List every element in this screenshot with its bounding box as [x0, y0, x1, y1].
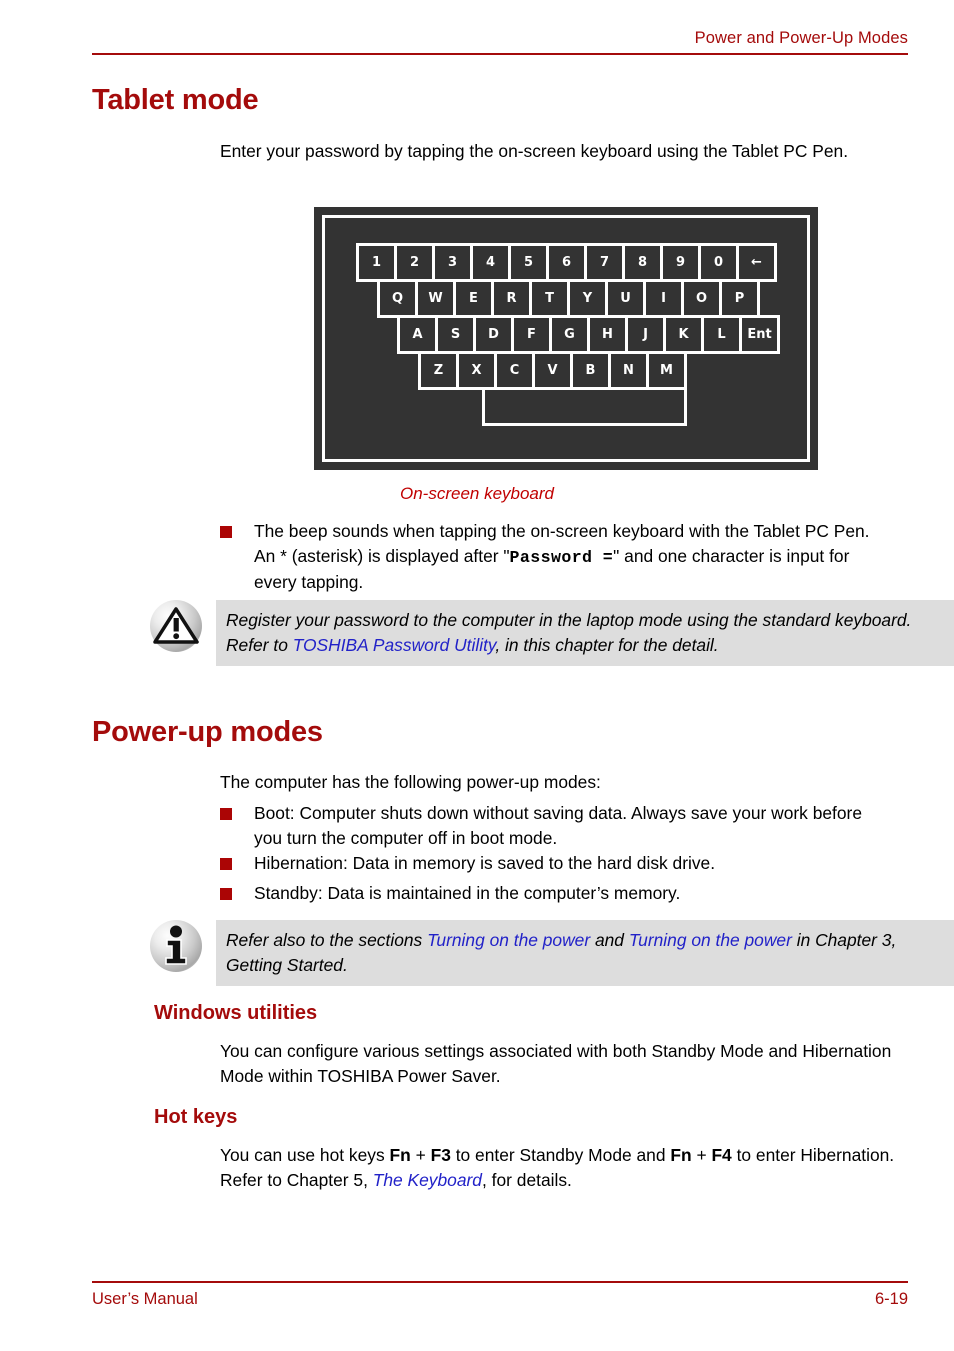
- key-9[interactable]: 9: [660, 243, 701, 282]
- keyboard-asdf-row: A S D F G H J K L Ent: [397, 315, 780, 354]
- info-letter-i-glyph: [165, 925, 187, 965]
- key-s[interactable]: S: [435, 315, 476, 354]
- key-7[interactable]: 7: [584, 243, 625, 282]
- power-up-intro-paragraph: The computer has the following power-up …: [220, 772, 601, 792]
- key-ent[interactable]: Ent: [739, 315, 780, 354]
- subheading-hot-keys: Hot keys: [154, 1106, 238, 1128]
- key-z[interactable]: Z: [418, 351, 459, 390]
- on-screen-keyboard-figure: 1 2 3 4 5 6 7 8 9 0 ← Q W E R T Y U I O P A S D F G H J K L Ent Z X C V B N M: [314, 207, 818, 470]
- key-a[interactable]: A: [397, 315, 438, 354]
- page-header: Power and Power-Up Modes: [92, 28, 908, 55]
- key-r[interactable]: R: [491, 279, 532, 318]
- list-item-beep: The beep sounds when tapping the on-scre…: [220, 519, 892, 595]
- hot-keys-text-4: , for details.: [481, 1169, 572, 1190]
- list-item-text: The beep sounds when tapping the on-scre…: [254, 519, 892, 595]
- key-i[interactable]: I: [643, 279, 684, 318]
- key-b[interactable]: B: [570, 351, 611, 390]
- link-the-keyboard[interactable]: The Keyboard: [373, 1170, 482, 1190]
- key-3[interactable]: 3: [432, 243, 473, 282]
- key-4[interactable]: 4: [470, 243, 511, 282]
- key-6[interactable]: 6: [546, 243, 587, 282]
- key-p[interactable]: P: [719, 279, 760, 318]
- key-v[interactable]: V: [532, 351, 573, 390]
- key-f[interactable]: F: [511, 315, 552, 354]
- list-item-boot: Boot: Computer shuts down without saving…: [220, 801, 892, 850]
- key-h[interactable]: H: [587, 315, 628, 354]
- key-j[interactable]: J: [625, 315, 666, 354]
- hot-keys-text-1: You can use hot keys: [220, 1145, 390, 1165]
- info-note-body: Refer also to the sections Turning on th…: [216, 920, 954, 986]
- key-k[interactable]: K: [663, 315, 704, 354]
- manual-page: Power and Power-Up Modes Tablet mode Ent…: [0, 0, 954, 1351]
- keyboard-zxcv-row: ZXCVBNM: [418, 351, 687, 390]
- key-m[interactable]: M: [646, 351, 687, 390]
- warning-triangle-icon: [148, 598, 204, 654]
- key-space[interactable]: [482, 387, 687, 426]
- list-item-text: Standby: Data is maintained in the compu…: [254, 883, 681, 903]
- list-item-hibernation: Hibernation: Data in memory is saved to …: [220, 851, 892, 876]
- link-turning-on-the-power-1[interactable]: Turning on the power: [427, 930, 590, 950]
- key-d[interactable]: D: [473, 315, 514, 354]
- footer-row: User’s Manual 6-19: [92, 1289, 908, 1309]
- tablet-mode-intro-paragraph: Enter your password by tapping the on-sc…: [220, 141, 849, 161]
- key-l[interactable]: L: [701, 315, 742, 354]
- page-title-power-up-modes: Power-up modes: [92, 716, 323, 748]
- page-footer: User’s Manual 6-19: [92, 1281, 908, 1309]
- link-turning-on-the-power-2[interactable]: Turning on the power: [629, 930, 792, 950]
- key-5[interactable]: 5: [508, 243, 549, 282]
- keyboard-frame: 1 2 3 4 5 6 7 8 9 0 ← Q W E R T Y U I O P A S D F G H J K L Ent Z X C V B N M: [322, 215, 810, 462]
- key-f3: F3: [430, 1145, 451, 1165]
- key-t[interactable]: T: [529, 279, 570, 318]
- bullet-square-icon: [220, 526, 232, 538]
- footer-page-number: 6-19: [874, 1290, 908, 1308]
- key-2[interactable]: 2: [394, 243, 435, 282]
- key-fn-1: Fn: [389, 1145, 411, 1165]
- warning-text-2: , in this chapter for the detail.: [495, 634, 719, 655]
- windows-utilities-paragraph: You can configure various settings assoc…: [220, 1041, 892, 1086]
- key-8[interactable]: 8: [622, 243, 663, 282]
- key-e[interactable]: E: [453, 279, 494, 318]
- keyboard-space-row: [482, 387, 687, 426]
- password-code: Password =: [509, 547, 614, 567]
- info-circle-icon: [148, 918, 204, 974]
- key-y[interactable]: Y: [567, 279, 608, 318]
- warning-triangle-glyph: [153, 607, 199, 644]
- header-rule: [92, 53, 908, 55]
- key-backspace[interactable]: ←: [736, 243, 777, 282]
- list-item-text: Hibernation: Data in memory is saved to …: [254, 853, 716, 873]
- key-0[interactable]: 0: [698, 243, 739, 282]
- key-u[interactable]: U: [605, 279, 646, 318]
- header-title: Power and Power-Up Modes: [694, 29, 908, 47]
- list-item-text: Boot: Computer shuts down without saving…: [254, 803, 863, 848]
- key-fn-2: Fn: [670, 1145, 692, 1165]
- hot-keys-text-2: to enter Standby Mode and: [450, 1145, 671, 1165]
- key-x[interactable]: X: [456, 351, 497, 390]
- bullet-square-icon: [220, 808, 232, 820]
- info-text-1: Refer also to the sections: [226, 930, 428, 950]
- hot-keys-paragraph: You can use hot keys Fn + F3 to enter St…: [220, 1143, 898, 1192]
- list-item-standby: Standby: Data is maintained in the compu…: [220, 881, 892, 906]
- subheading-windows-utilities: Windows utilities: [154, 1002, 318, 1024]
- keyboard-number-row: 1 2 3 4 5 6 7 8 9 0 ←: [356, 243, 777, 282]
- key-n[interactable]: N: [608, 351, 649, 390]
- figure-caption: On-screen keyboard: [399, 484, 555, 503]
- page-title-tablet-mode: Tablet mode: [92, 84, 259, 116]
- key-o[interactable]: O: [681, 279, 722, 318]
- info-text-2: and: [590, 930, 629, 950]
- plus-sign-1: +: [410, 1145, 431, 1165]
- key-g[interactable]: G: [549, 315, 590, 354]
- footer-rule: [92, 1281, 908, 1283]
- plus-sign-2: +: [691, 1145, 712, 1165]
- key-w[interactable]: W: [415, 279, 456, 318]
- link-toshiba-password-utility[interactable]: TOSHIBA Password Utility: [293, 635, 496, 655]
- key-q[interactable]: Q: [377, 279, 418, 318]
- key-1[interactable]: 1: [356, 243, 397, 282]
- footer-manual-label: User’s Manual: [92, 1290, 198, 1308]
- key-c[interactable]: C: [494, 351, 535, 390]
- bullet-square-icon: [220, 858, 232, 870]
- warning-note-body: Register your password to the computer i…: [216, 600, 954, 666]
- keyboard-qwerty-row: QWERTYUIOP: [377, 279, 760, 318]
- key-f4: F4: [711, 1145, 732, 1165]
- bullet-square-icon: [220, 888, 232, 900]
